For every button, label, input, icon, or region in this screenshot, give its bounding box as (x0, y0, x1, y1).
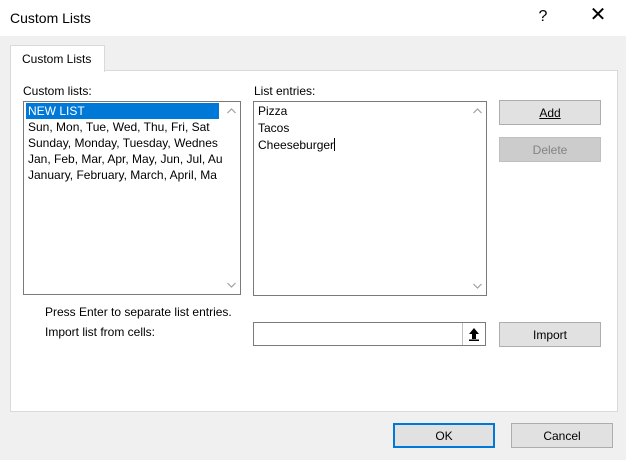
help-button[interactable]: ? (531, 8, 555, 26)
tab-panel: Custom lists: NEW LIST Sun, Mon, Tue, We… (10, 70, 618, 412)
close-button[interactable]: ✕ (586, 5, 610, 25)
ok-button-label: OK (435, 429, 453, 443)
upload-arrow-icon (469, 328, 479, 341)
list-entries-scrollbar[interactable] (469, 102, 486, 295)
separator-hint: Press Enter to separate list entries. (45, 305, 232, 319)
list-entries-textarea[interactable]: Pizza Tacos Cheeseburger (253, 101, 487, 296)
custom-lists-scrollbar[interactable] (223, 102, 240, 294)
list-item[interactable]: Sunday, Monday, Tuesday, Wednes (26, 135, 219, 151)
list-item[interactable]: Sun, Mon, Tue, Wed, Thu, Fri, Sat (26, 119, 219, 135)
dialog-title: Custom Lists (10, 10, 91, 26)
list-item-new-list[interactable]: NEW LIST (26, 103, 219, 119)
text-caret (334, 138, 336, 151)
list-item[interactable]: January, February, March, April, Ma (26, 167, 219, 183)
import-button[interactable]: Import (499, 322, 601, 347)
add-button[interactable]: Add (499, 100, 601, 125)
list-entries-label: List entries: (254, 84, 316, 98)
custom-lists-listbox[interactable]: NEW LIST Sun, Mon, Tue, Wed, Thu, Fri, S… (23, 101, 241, 295)
ok-button[interactable]: OK (393, 423, 495, 448)
entry-line: Pizza (258, 104, 288, 118)
scroll-down-icon[interactable] (472, 280, 483, 291)
scroll-up-icon[interactable] (472, 106, 483, 117)
custom-lists-dialog: Custom Lists ? ✕ Custom Lists Custom lis… (0, 0, 626, 460)
import-label: Import list from cells: (45, 325, 156, 339)
delete-button-label: Delete (532, 143, 568, 157)
tab-custom-lists-label: Custom Lists (22, 52, 92, 66)
custom-lists-label: Custom lists: (23, 84, 92, 98)
delete-button[interactable]: Delete (499, 137, 601, 162)
tab-custom-lists[interactable]: Custom Lists (10, 45, 105, 72)
cancel-button[interactable]: Cancel (511, 423, 613, 448)
entry-line-text: Cheeseburger (258, 138, 335, 152)
scroll-down-icon[interactable] (226, 279, 237, 290)
cancel-button-label: Cancel (543, 429, 581, 443)
add-button-label: Add (539, 106, 561, 120)
entry-line: Tacos (258, 121, 290, 135)
range-picker-button[interactable] (462, 323, 485, 345)
list-item[interactable]: Jan, Feb, Mar, Apr, May, Jun, Jul, Au (26, 151, 223, 167)
scroll-up-icon[interactable] (226, 106, 237, 117)
import-range-input[interactable] (253, 322, 486, 346)
import-button-label: Import (532, 328, 567, 342)
entry-line-active: Cheeseburger (256, 137, 336, 153)
title-bar: Custom Lists ? ✕ (0, 0, 626, 36)
